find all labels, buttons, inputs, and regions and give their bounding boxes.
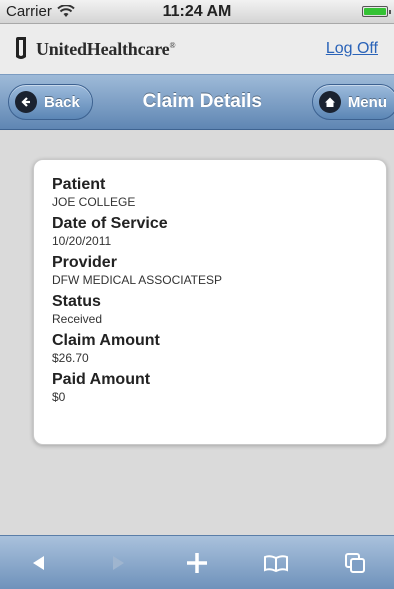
- content-area: Patient JOE COLLEGE Date of Service 10/2…: [0, 131, 394, 535]
- field-label: Patient: [52, 176, 106, 193]
- status-time: 11:24 AM: [162, 2, 232, 20]
- back-circle-icon: [15, 91, 37, 113]
- claim-field-date-of-service: Date of Service 10/20/2011: [52, 215, 386, 249]
- claim-field-claim-amount: Claim Amount $26.70: [52, 332, 386, 366]
- status-bar: Carrier 11:24 AM: [0, 0, 394, 24]
- field-label: Status: [52, 293, 101, 310]
- status-left: Carrier: [6, 3, 116, 20]
- battery-icon: [362, 6, 391, 17]
- browser-toolbar: [0, 535, 394, 589]
- home-icon: [318, 91, 341, 113]
- unitedhealthcare-logo-icon: [16, 37, 26, 59]
- field-label: Date of Service: [52, 215, 168, 232]
- forward-arrow-icon[interactable]: [98, 543, 138, 583]
- registered-mark: ®: [169, 40, 176, 50]
- field-value: $26.70: [52, 351, 89, 365]
- bookmarks-icon[interactable]: [256, 543, 296, 583]
- menu-label: Menu: [347, 93, 387, 111]
- back-label: Back: [44, 93, 80, 111]
- field-value: DFW MEDICAL ASSOCIATESP: [52, 273, 223, 287]
- field-value: $0: [52, 390, 66, 404]
- back-button[interactable]: Back: [8, 84, 93, 120]
- field-label: Claim Amount: [52, 332, 160, 349]
- brand-bar: UnitedHealthcare® Log Off: [0, 24, 394, 74]
- brand-logo[interactable]: UnitedHealthcare®: [14, 36, 176, 62]
- log-off-link[interactable]: Log Off: [326, 40, 378, 58]
- status-right: [278, 6, 391, 17]
- claim-field-status: Status Received: [52, 293, 386, 327]
- carrier-label: Carrier: [6, 3, 52, 20]
- field-value: JOE COLLEGE: [52, 195, 136, 209]
- claim-field-provider: Provider DFW MEDICAL ASSOCIATESP: [52, 254, 386, 288]
- add-icon[interactable]: [177, 543, 217, 583]
- page-title: Claim Details: [142, 91, 262, 112]
- field-label: Provider: [52, 254, 117, 271]
- tabs-icon[interactable]: [335, 543, 375, 583]
- field-value: Received: [52, 312, 103, 326]
- claim-field-patient: Patient JOE COLLEGE: [52, 176, 386, 210]
- nav-bar: Back Claim Details Menu: [0, 74, 394, 130]
- menu-button[interactable]: Menu: [311, 84, 394, 120]
- back-arrow-icon[interactable]: [19, 543, 59, 583]
- field-label: Paid Amount: [52, 371, 151, 388]
- field-value: 10/20/2011: [52, 234, 112, 248]
- brand-name: UnitedHealthcare®: [36, 38, 176, 59]
- claim-field-paid-amount: Paid Amount $0: [52, 371, 386, 405]
- claim-details-card: Patient JOE COLLEGE Date of Service 10/2…: [33, 159, 387, 445]
- wifi-icon: [57, 5, 75, 17]
